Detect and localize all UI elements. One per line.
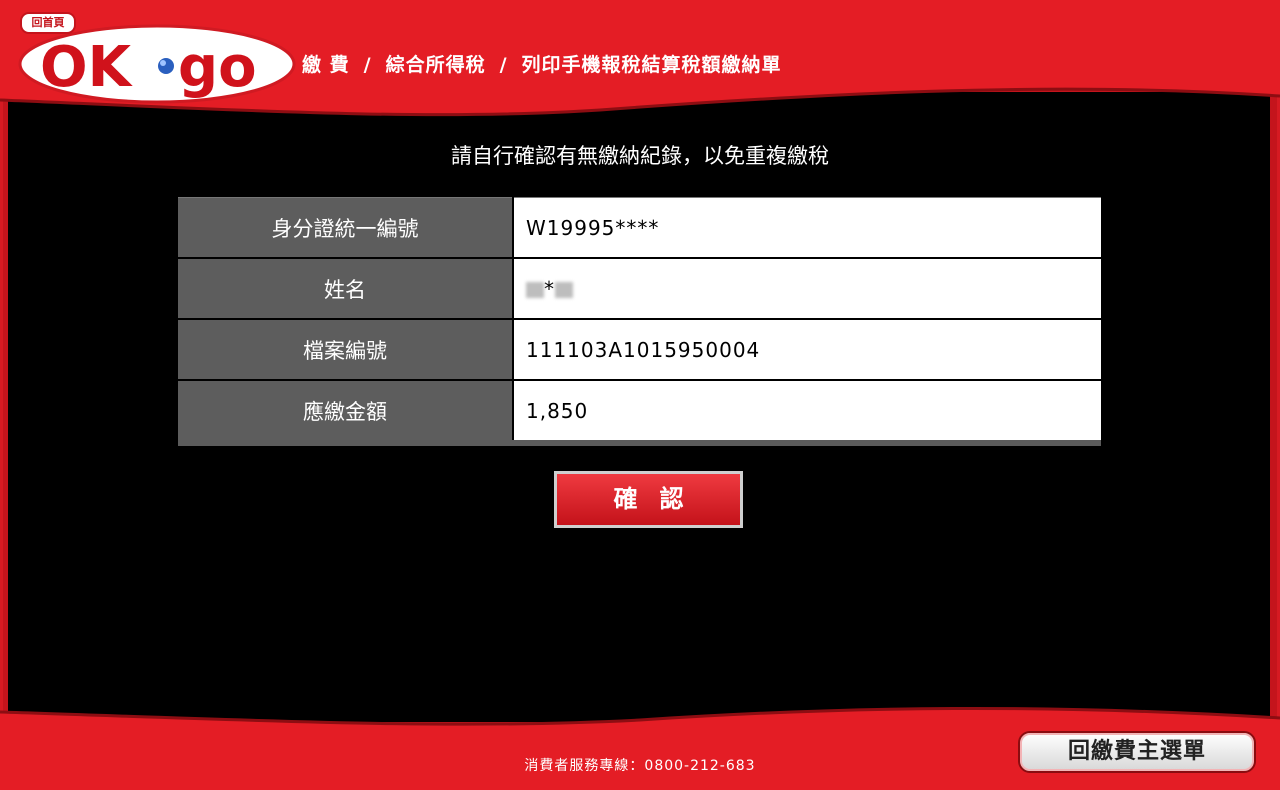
breadcrumb-item-print-bill: 列印手機報稅結算稅額繳納單	[521, 54, 782, 76]
tax-info-table: 身分證統一編號 W19995**** 姓名 * 檔案編號 111103A1015…	[178, 197, 1101, 446]
breadcrumb-separator: /	[499, 54, 508, 76]
notice-text: 請自行確認有無繳納紀錄，以免重複繳稅	[451, 144, 829, 168]
home-button[interactable]: 回首頁	[20, 12, 76, 34]
breadcrumb: 繳 費 / 綜合所得稅 / 列印手機報稅結算稅額繳納單	[302, 50, 782, 77]
amount-due-value: 1,850	[513, 379, 1101, 444]
amount-due-label: 應繳金額	[178, 379, 514, 444]
name-value-cell: *	[513, 257, 1101, 320]
table-row: 身分證統一編號 W19995****	[178, 197, 1101, 259]
table-row: 姓名 *	[178, 257, 1101, 320]
logo-go-text: go	[178, 35, 257, 100]
file-number-label: 檔案編號	[178, 318, 514, 381]
okgo-logo[interactable]: OK go	[18, 24, 296, 104]
logo-dot-icon	[158, 58, 174, 74]
id-number-value: W19995****	[513, 197, 1101, 259]
breadcrumb-item-payment: 繳 費	[302, 54, 350, 76]
name-label: 姓名	[178, 257, 514, 320]
name-value: *	[544, 276, 555, 301]
breadcrumb-item-income-tax: 綜合所得稅	[385, 54, 486, 76]
table-row: 檔案編號 111103A1015950004	[178, 318, 1101, 381]
confirm-button[interactable]: 確認	[554, 471, 743, 528]
redacted-block	[526, 282, 544, 298]
id-number-label: 身分證統一編號	[178, 197, 514, 259]
back-to-menu-button[interactable]: 回繳費主選單	[1018, 731, 1256, 773]
table-row: 應繳金額 1,850	[178, 379, 1101, 444]
logo-ok-text: OK	[40, 35, 134, 100]
breadcrumb-separator: /	[363, 54, 372, 76]
file-number-value: 111103A1015950004	[513, 318, 1101, 381]
redacted-block	[555, 282, 573, 298]
